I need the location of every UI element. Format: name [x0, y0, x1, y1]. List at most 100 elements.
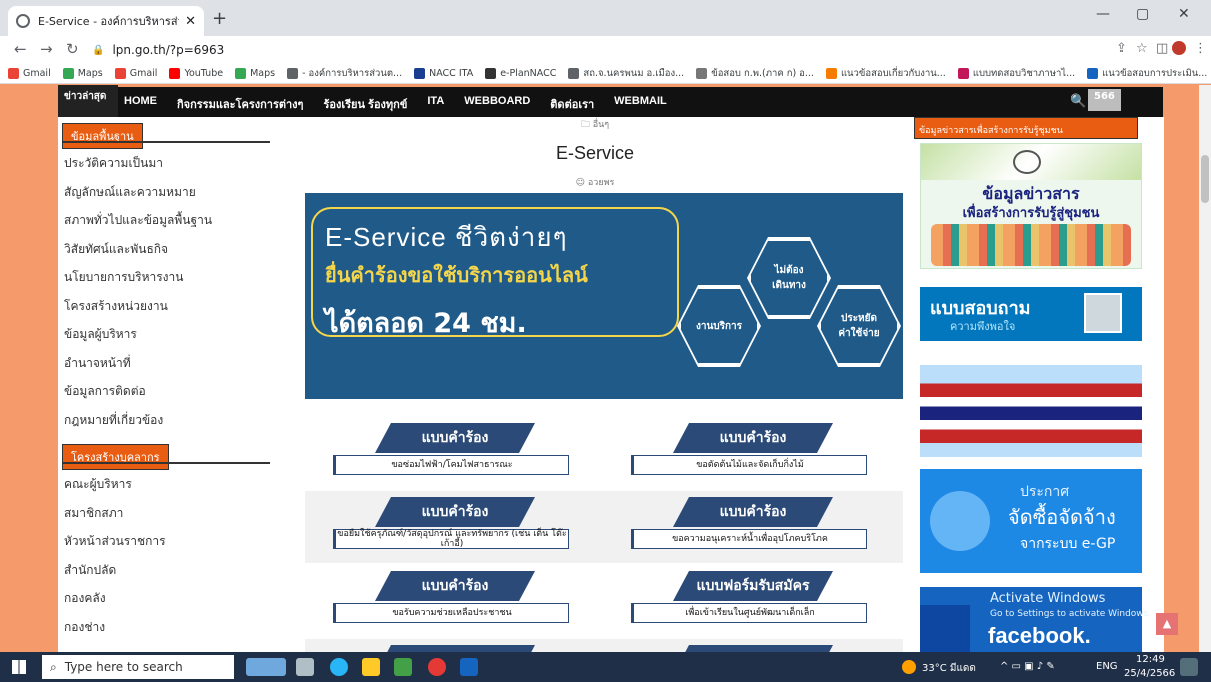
bookmark-label: YouTube: [184, 68, 224, 79]
tab-close-button[interactable]: ✕: [185, 14, 196, 29]
word-icon[interactable]: [460, 658, 478, 676]
menu-kebab-icon[interactable]: ⋮: [1194, 41, 1207, 56]
sidebar-link[interactable]: วิสัยทัศน์และพันธกิจ: [58, 239, 278, 268]
form-description: ขอซ่อมไฟฟ้า/โคมไฟสาธารณะ: [333, 455, 569, 475]
bookmark-item[interactable]: YouTube: [169, 68, 223, 79]
article-category[interactable]: 🗀 อื่นๆ: [278, 117, 912, 133]
bookmark-item[interactable]: สถ.จ.นครพนม อ.เมือง...: [568, 66, 684, 81]
sidebar-link[interactable]: อำนาจหน้าที่: [58, 353, 278, 382]
sidebar-link[interactable]: กองช่าง: [58, 617, 278, 646]
clock-time[interactable]: 12:49: [1136, 654, 1165, 665]
sidebar-link[interactable]: หัวหน้าส่วนราชการ: [58, 531, 278, 560]
request-form-card[interactable]: ช่องทางการแจ้ง: [623, 645, 903, 652]
new-tab-button[interactable]: +: [212, 8, 227, 29]
nav-menu-item[interactable]: ติดต่อเรา: [550, 95, 594, 113]
search-highlight-icon[interactable]: [246, 658, 286, 676]
bookmark-item[interactable]: Maps: [235, 68, 275, 79]
tray-icons[interactable]: ^ ▭ ▣ ♪ ✎: [1000, 661, 1055, 672]
request-form-card[interactable]: แบบคำร้อง ขอยืมใช้ครุภัณฑ์/วัสดุอุปกรณ์ แ…: [325, 497, 605, 557]
bookmark-item[interactable]: NACC ITA: [414, 68, 473, 79]
year-badge: 566: [1088, 89, 1121, 111]
flag-banner[interactable]: [920, 365, 1142, 457]
task-view-icon[interactable]: [296, 658, 314, 676]
nav-menu-item[interactable]: ITA: [427, 95, 444, 113]
bookmark-item[interactable]: แบบทดสอบวิชาภาษาไ...: [957, 66, 1075, 81]
windows-start-icon[interactable]: [12, 660, 26, 674]
side-panel-icon[interactable]: ◫: [1156, 41, 1168, 56]
sidebar-link[interactable]: กองคลัง: [58, 588, 278, 617]
back-arrow-icon[interactable]: ←: [14, 40, 27, 58]
share-icon[interactable]: ⇪: [1116, 41, 1127, 56]
survey-banner[interactable]: แบบสอบถาม ความพึงพอใจ: [920, 287, 1142, 341]
sidebar-link[interactable]: ประวัติความเป็นมา: [58, 153, 278, 182]
sidebar-link[interactable]: ข้อมูลผู้บริหาร: [58, 324, 278, 353]
taskbar-search-placeholder: Type here to search: [64, 660, 183, 674]
forward-arrow-icon[interactable]: →: [40, 40, 53, 58]
bookmark-item[interactable]: Maps: [62, 68, 103, 79]
bookmark-item[interactable]: ข้อสอบ ก.พ.(ภาค ก) อ...: [696, 66, 814, 81]
sidebar-link[interactable]: โครงสร้างหน่วยงาน: [58, 296, 278, 325]
notification-icon[interactable]: [1180, 658, 1198, 676]
bookmark-item[interactable]: แนวข้อสอบการประเมิน...: [1087, 66, 1207, 81]
request-form-card[interactable]: ช่องทางการแจ้ง: [325, 645, 605, 652]
hex-service-label: งานบริการ: [695, 320, 743, 332]
globe-icon: [16, 14, 30, 28]
sidebar-link[interactable]: ข้อมูลการติดต่อ: [58, 381, 278, 410]
bookmark-favicon-icon: [696, 68, 708, 79]
bookmark-item[interactable]: Gmail: [8, 68, 51, 79]
scroll-top-button[interactable]: ▲: [1156, 613, 1178, 635]
request-form-card[interactable]: แบบคำร้อง ขอซ่อมไฟฟ้า/โคมไฟสาธารณะ: [325, 423, 605, 483]
news-banner[interactable]: ข้อมูลข่าวสาร เพื่อสร้างการรับรู้สู่ชุมช…: [920, 143, 1142, 269]
nav-menu-item[interactable]: WEBBOARD: [464, 95, 530, 113]
nav-menu-item[interactable]: กิจกรรมและโครงการต่างๆ: [177, 95, 303, 113]
line-app-icon[interactable]: [394, 658, 412, 676]
hex-no-travel-label: ไม่ต้อง เดินทาง: [772, 265, 806, 291]
request-form-card[interactable]: แบบคำร้อง ขอตัดต้นไม้และจัดเก็บกิ่งไม้: [623, 423, 903, 483]
sidebar-link[interactable]: กฎหมายที่เกี่ยวข้อง: [58, 410, 278, 439]
request-form-card[interactable]: แบบคำร้อง ขอความอนุเคราะห์น้ำเพื่ออุปโภคบ…: [623, 497, 903, 557]
form-title: แบบฟอร์มรับสมัคร: [673, 571, 833, 601]
sidebar-link[interactable]: สมาชิกสภา: [58, 503, 278, 532]
address-bar[interactable]: 🔒 lpn.go.th/?p=6963: [92, 39, 1112, 61]
request-form-card[interactable]: แบบคำร้อง ขอรับความช่วยเหลือประชาชน: [325, 571, 605, 631]
banner-subline: ยื่นคำร้องขอใช้บริการออนไลน์: [325, 263, 588, 287]
bookmark-label: Gmail: [23, 68, 51, 79]
file-explorer-icon[interactable]: [362, 658, 380, 676]
divider: [62, 141, 270, 143]
edge-icon[interactable]: [330, 658, 348, 676]
sidebar-link[interactable]: คณะผู้บริหาร: [58, 474, 278, 503]
bookmark-label: Gmail: [129, 68, 158, 79]
bookmark-item[interactable]: Gmail: [114, 68, 158, 79]
search-icon[interactable]: 🔍: [1070, 94, 1086, 109]
bookmark-item[interactable]: e-PlanNACC: [485, 68, 556, 79]
clock-date[interactable]: 25/4/2566: [1124, 668, 1175, 679]
close-window-button[interactable]: ✕: [1178, 6, 1190, 22]
page-scrollbar[interactable]: [1199, 85, 1211, 652]
weather-text[interactable]: 33°C มีแดด: [922, 661, 976, 676]
reload-icon[interactable]: ↻: [66, 40, 79, 58]
nav-menu-item[interactable]: WEBMAIL: [614, 95, 667, 113]
profile-avatar[interactable]: [1172, 41, 1186, 55]
egp-banner[interactable]: ประกาศ จัดซื้อจัดจ้าง จากระบบ e-GP: [920, 469, 1142, 573]
sidebar-link[interactable]: สำนักปลัด: [58, 560, 278, 589]
star-icon[interactable]: ☆: [1136, 41, 1148, 56]
banner-bigline: ได้ตลอด 24 ชม.: [325, 308, 527, 339]
scrollbar-thumb[interactable]: [1201, 155, 1209, 203]
browser-tab[interactable]: E-Service - องค์การบริหารส่วนตำบล ✕: [8, 6, 204, 36]
facebook-banner[interactable]: facebook. Activate Windows Go to Setting…: [920, 587, 1151, 652]
nav-menu-item[interactable]: ร้องเรียน ร้องทุกข์: [323, 95, 407, 113]
taskbar-search[interactable]: ⌕ Type here to search: [42, 655, 234, 679]
chrome-icon[interactable]: [428, 658, 446, 676]
bookmark-item[interactable]: - องค์การบริหารส่วนต...: [287, 66, 402, 81]
maximize-button[interactable]: ▢: [1136, 6, 1149, 22]
article: 🗀 อื่นๆ E-Service ☺ อวยพร E-Service ชีวิ…: [278, 117, 912, 652]
nav-menu-item[interactable]: HOME: [124, 95, 157, 113]
language-indicator[interactable]: ENG: [1096, 661, 1118, 672]
sidebar-link[interactable]: สภาพทั่วไปและข้อมูลพื้นฐาน: [58, 210, 278, 239]
request-form-card[interactable]: แบบฟอร์มรับสมัคร เพื่อเข้าเรียนในศูนย์พัฒ…: [623, 571, 903, 631]
minimize-button[interactable]: —: [1096, 6, 1110, 22]
bookmark-item[interactable]: แนวข้อสอบเกี่ยวกับงาน...: [825, 66, 946, 81]
sidebar-link[interactable]: สัญลักษณ์และความหมาย: [58, 182, 278, 211]
egp-line1: ประกาศ: [1020, 484, 1070, 500]
sidebar-link[interactable]: นโยบายการบริหารงาน: [58, 267, 278, 296]
